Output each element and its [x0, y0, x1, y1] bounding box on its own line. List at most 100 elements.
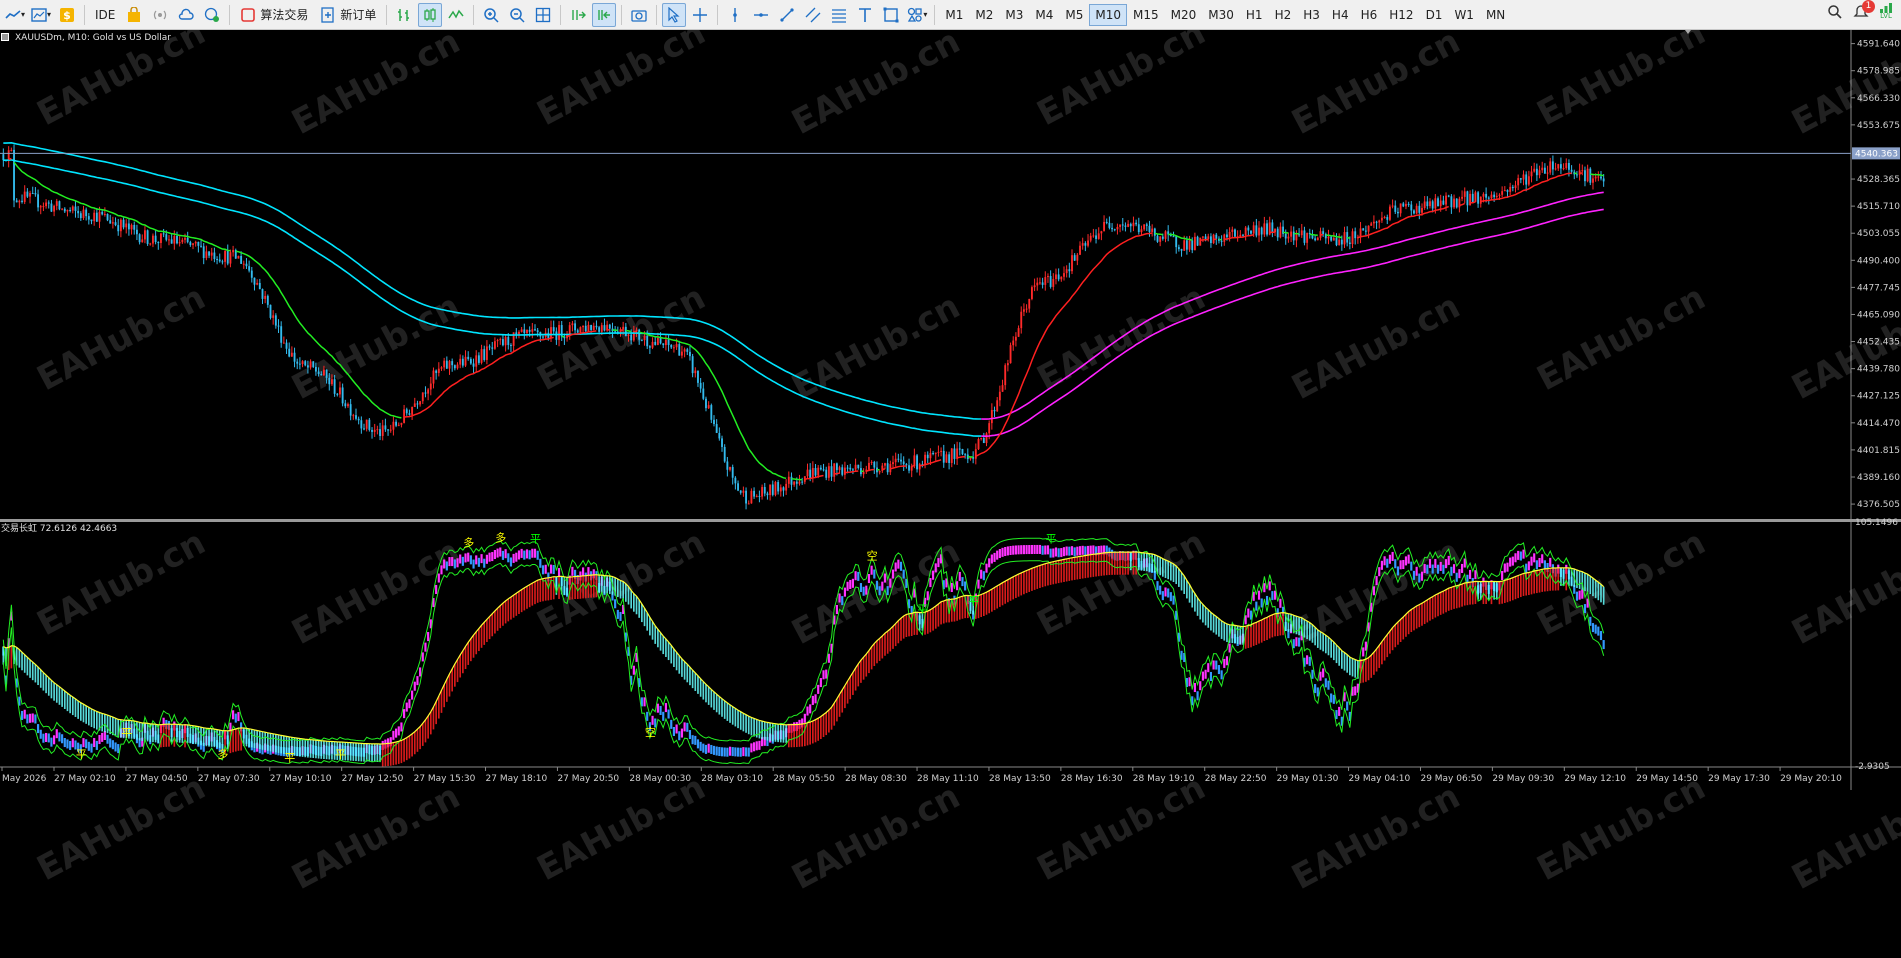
- notifications-button[interactable]: 1: [1853, 0, 1875, 20]
- new-order-icon: [321, 6, 335, 23]
- timeframe-h4[interactable]: H4: [1326, 4, 1355, 26]
- candle-body: [427, 389, 430, 394]
- cursor-button[interactable]: [662, 2, 687, 27]
- timeframe-h3[interactable]: H3: [1297, 4, 1326, 26]
- candle-body: [77, 210, 80, 214]
- candle-body: [534, 329, 536, 331]
- candle-body: [488, 346, 491, 348]
- candle-body: [1429, 201, 1431, 207]
- candle-body: [1068, 269, 1071, 272]
- chart-area[interactable]: 4591.640 4578.985 4566.330 4553.675 4528.365…: [0, 13, 1901, 954]
- candle-body: [306, 365, 309, 368]
- chart-shift-button[interactable]: [592, 2, 617, 27]
- zoom-in-button[interactable]: [479, 3, 503, 27]
- time-tick-label: 27 May 12:50: [342, 774, 404, 784]
- candle-body: [1290, 231, 1293, 237]
- search-icon[interactable]: [1827, 4, 1843, 20]
- candle-body: [373, 429, 376, 432]
- candlestick-button[interactable]: [418, 2, 443, 27]
- candle-body: [1594, 176, 1597, 179]
- trendline-button[interactable]: [775, 3, 799, 27]
- candle-body: [1447, 195, 1450, 197]
- candle-body: [1565, 163, 1568, 169]
- candle-body: [31, 193, 34, 195]
- fibonacci-button[interactable]: [827, 3, 851, 27]
- dollar-button[interactable]: $: [55, 3, 79, 27]
- algo-trading-button[interactable]: 算法交易: [235, 3, 313, 27]
- candle-body: [448, 361, 451, 369]
- algo-trading-label: 算法交易: [260, 8, 309, 22]
- candle-body: [1084, 243, 1087, 246]
- line-chart-button[interactable]: [444, 3, 468, 27]
- timeframe-m10[interactable]: M10: [1089, 3, 1128, 26]
- symbol-info: XAUUSDm, M10: Gold vs US Dollar: [1, 33, 171, 43]
- candle-body: [614, 331, 617, 333]
- candle-body: [1156, 235, 1159, 242]
- timeframe-d1[interactable]: D1: [1420, 4, 1449, 26]
- vertical-line-button[interactable]: [723, 3, 747, 27]
- right-tools: 1 LVL: [1827, 0, 1893, 20]
- market-button[interactable]: [122, 3, 146, 27]
- timeframe-m5[interactable]: M5: [1059, 4, 1089, 26]
- candle-body: [1041, 282, 1044, 285]
- timeframe-m1[interactable]: M1: [939, 4, 969, 26]
- candle-body: [58, 201, 61, 210]
- timeframe-m30[interactable]: M30: [1202, 4, 1240, 26]
- tile-windows-button[interactable]: [531, 3, 555, 27]
- toolbar-separator: [560, 4, 562, 25]
- timeframe-m15[interactable]: M15: [1127, 4, 1165, 26]
- timeframe-m2[interactable]: M2: [969, 4, 999, 26]
- candle-body: [1006, 363, 1009, 366]
- timeframe-m3[interactable]: M3: [999, 4, 1029, 26]
- timeframe-w1[interactable]: W1: [1448, 4, 1480, 26]
- chart-canvas[interactable]: 4591.6404578.9854566.3304553.6754528.365…: [0, 13, 1901, 954]
- timeframe-h12[interactable]: H12: [1383, 4, 1419, 26]
- timeframe-h1[interactable]: H1: [1240, 4, 1269, 26]
- chart-type-button[interactable]: ▾: [3, 3, 27, 27]
- bar-chart-button[interactable]: [392, 3, 416, 27]
- new-order-button[interactable]: 新订单: [315, 3, 381, 27]
- candle-body: [1009, 345, 1012, 364]
- candle-body: [1602, 178, 1605, 182]
- candle-body: [296, 361, 299, 364]
- shapes-button[interactable]: [879, 3, 903, 27]
- timeframe-h6[interactable]: H6: [1355, 4, 1384, 26]
- candle-body: [352, 415, 355, 417]
- timeframe-h2[interactable]: H2: [1269, 4, 1298, 26]
- timeframe-m4[interactable]: M4: [1029, 4, 1059, 26]
- auto-scroll-button[interactable]: [566, 3, 590, 27]
- channel-button[interactable]: [801, 3, 825, 27]
- signals-button[interactable]: [148, 3, 172, 27]
- candle-body: [1060, 276, 1063, 280]
- timeframe-mn[interactable]: MN: [1480, 4, 1511, 26]
- timeframe-m20[interactable]: M20: [1165, 4, 1203, 26]
- ide-button[interactable]: IDE: [90, 3, 120, 27]
- horizontal-line-button[interactable]: [749, 3, 773, 27]
- candle-body: [1364, 230, 1367, 232]
- level-button[interactable]: LVL: [1879, 3, 1893, 20]
- candle-body: [421, 392, 424, 402]
- crosshair-button[interactable]: [688, 3, 712, 27]
- candle-body: [710, 405, 713, 420]
- objects-button[interactable]: ▾: [905, 3, 929, 27]
- candle-body: [1199, 237, 1202, 246]
- candle-body: [202, 246, 205, 259]
- vps-button[interactable]: [174, 3, 198, 27]
- screenshot-button[interactable]: [627, 3, 651, 27]
- candle-body: [1140, 229, 1143, 233]
- zoom-out-button[interactable]: [505, 3, 529, 27]
- candle-body: [1180, 249, 1183, 251]
- web-button[interactable]: [200, 3, 224, 27]
- candle-body: [1514, 185, 1517, 189]
- templates-button[interactable]: ▾: [29, 3, 53, 27]
- candle-body: [878, 470, 881, 473]
- text-button[interactable]: [853, 3, 877, 27]
- candle-body: [902, 461, 905, 465]
- toolbar-separator: [229, 4, 231, 25]
- candle-body: [1108, 222, 1111, 228]
- candle-body: [208, 251, 210, 256]
- candle-body: [122, 219, 125, 228]
- candle-body: [229, 252, 232, 264]
- candle-body: [648, 346, 651, 348]
- time-tick-label: 28 May 22:50: [1205, 774, 1267, 784]
